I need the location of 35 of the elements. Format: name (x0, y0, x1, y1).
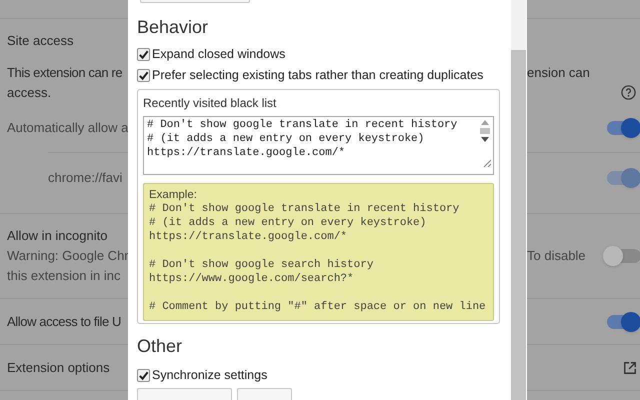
description-text: This extension can re (6, 64, 122, 82)
checkbox-label: Expand closed windows (152, 46, 286, 64)
toggle-switch[interactable] (607, 314, 640, 328)
warning-text: Warning: Google Chr (6, 247, 129, 265)
scroll-up-icon[interactable] (481, 120, 489, 125)
checkbox[interactable] (137, 68, 150, 82)
panel-legend: Recently visited black list (143, 94, 494, 111)
section-heading: Behavior (137, 16, 210, 38)
example-code: # Don't show google translate in recent history # (it adds a new entry on every keystroke) https://translate.google.com/* (149, 202, 460, 244)
help-icon[interactable] (621, 85, 636, 100)
checkbox[interactable] (137, 369, 150, 382)
external-link-icon[interactable] (623, 360, 637, 374)
scroll-down-icon[interactable] (481, 136, 489, 142)
setting-title: Allow in incognito (6, 227, 108, 245)
setting-label: Automatically allow a (7, 118, 128, 137)
setting-title: Extension options (7, 358, 110, 377)
setting-title: Allow access to file U (7, 312, 122, 331)
toggle-switch[interactable] (607, 120, 640, 134)
scroll-thumb[interactable] (480, 128, 490, 134)
checkbox-label: Synchronize settings (152, 367, 268, 384)
section-title: Site access (7, 32, 74, 50)
description-text: access. (6, 84, 52, 102)
site-url: chrome://favi (48, 169, 122, 187)
example-title: Example: (149, 188, 198, 202)
warning-text: To disable (527, 247, 586, 265)
blacklist-textarea[interactable]: # Don't show google translate in recent history # (it adds a new entry on every keystroke) https://translate.google.com/* (143, 116, 494, 175)
example-code: # Don't show google search history https://www.google.com/search?* (149, 258, 374, 286)
resize-grip-icon[interactable] (483, 158, 491, 167)
warning-text: this extension in inc (6, 267, 120, 285)
description-text: ension can (527, 64, 591, 82)
example-code: # Comment by putting "#" after space or on new line (149, 300, 487, 314)
checkbox-label: Prefer selecting existing tabs rather than creating duplicates (152, 67, 484, 84)
section-heading: Other (137, 335, 184, 357)
scrollbar[interactable] (511, 0, 526, 400)
checkbox[interactable] (137, 48, 150, 61)
